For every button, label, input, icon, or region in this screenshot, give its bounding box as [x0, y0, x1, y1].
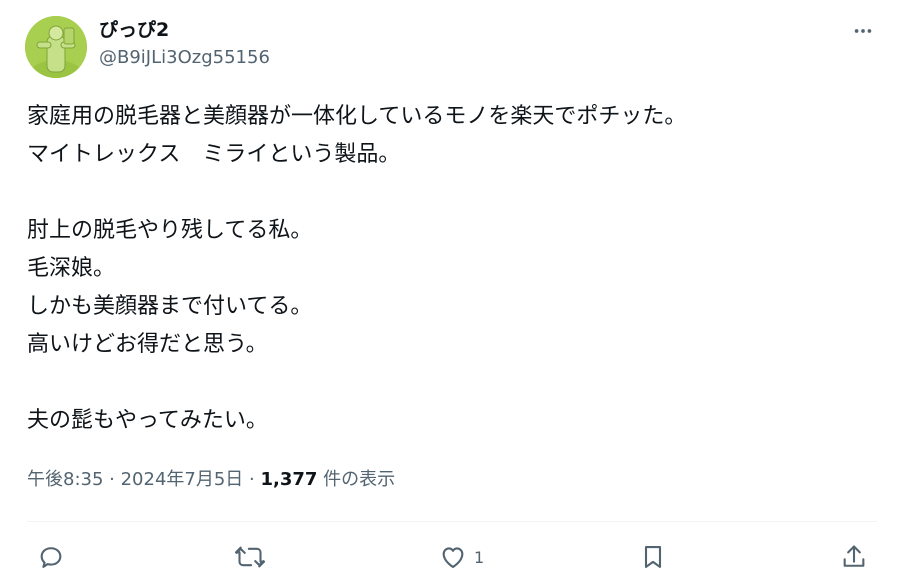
tweet-text-line: しかも美顔器まで付いてる。	[27, 294, 313, 319]
tweet-text-line	[27, 174, 877, 212]
tweet-text-line: 肘上の脱毛やり残してる私。	[27, 218, 313, 243]
meta-separator: ·	[103, 469, 121, 490]
like-button[interactable]: 1	[438, 535, 484, 579]
reply-button[interactable]	[37, 535, 65, 579]
avatar[interactable]	[25, 16, 87, 78]
display-name[interactable]: ぴっぴ2	[99, 17, 270, 43]
tweet-text-line: 毛深娘。	[27, 256, 116, 281]
user-handle[interactable]: @B9iJLi3Ozg55156	[99, 45, 270, 71]
tweet-meta: 午後8:35 · 2024年7月5日 · 1,377 件の表示	[27, 465, 395, 495]
tweet-text-line: 高いけどお得だと思う。	[27, 332, 268, 357]
tweet-text-line: マイトレックス ミライという製品。	[27, 142, 401, 167]
action-bar: 1	[0, 535, 901, 579]
retweet-button[interactable]	[233, 535, 267, 579]
tweet-time[interactable]: 午後8:35	[27, 469, 103, 490]
heart-icon	[442, 547, 464, 568]
tweet-header: ぴっぴ2 @B9iJLi3Ozg55156	[25, 14, 880, 78]
tweet-text-line: 夫の髭もやってみたい。	[27, 408, 268, 433]
tweet-text-line	[27, 364, 877, 402]
tweet-date[interactable]: 2024年7月5日	[121, 469, 244, 490]
bookmark-button[interactable]	[639, 535, 667, 579]
avatar-image	[25, 16, 87, 78]
user-names: ぴっぴ2 @B9iJLi3Ozg55156	[99, 17, 270, 71]
like-count: 1	[474, 547, 485, 567]
share-icon	[843, 545, 865, 567]
tweet: ぴっぴ2 @B9iJLi3Ozg55156 家庭用の脱毛器と美顔器が一体化してい…	[0, 0, 901, 585]
bookmark-icon	[644, 546, 662, 568]
views-label: 件の表示	[317, 469, 396, 490]
meta-separator: ·	[243, 469, 261, 490]
views-count[interactable]: 1,377	[260, 469, 317, 490]
more-horizontal-icon	[854, 29, 872, 33]
reply-icon	[40, 547, 62, 568]
more-button[interactable]	[846, 14, 880, 48]
retweet-icon	[234, 546, 266, 568]
share-button[interactable]	[840, 535, 868, 579]
tweet-text: 家庭用の脱毛器と美顔器が一体化しているモノを楽天でポチッた。 マイトレックス ミ…	[27, 98, 877, 440]
divider	[27, 521, 877, 522]
tweet-text-line: 家庭用の脱毛器と美顔器が一体化しているモノを楽天でポチッた。	[27, 104, 687, 129]
